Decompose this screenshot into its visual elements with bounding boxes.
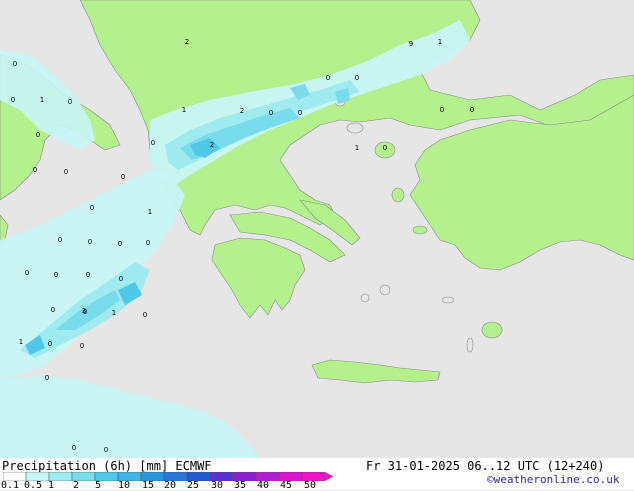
scale-tick-label: 1 xyxy=(47,480,55,491)
map-value-label: 0 xyxy=(121,173,125,181)
scale-tick-label: 5 xyxy=(94,480,102,491)
map-value-label: 0 xyxy=(383,144,387,152)
map-value-label: 0 xyxy=(269,109,273,117)
map-value-label: 0 xyxy=(80,342,84,350)
map-value-label: 1 xyxy=(19,338,23,346)
map-value-label: 0 xyxy=(68,98,72,106)
map-value-label: 0 xyxy=(470,106,474,114)
map-value-label: 0 xyxy=(86,271,90,279)
map-value-label: 0 xyxy=(143,311,147,319)
map-value-label: 2 xyxy=(185,38,189,46)
map-value-label: 1 xyxy=(438,38,442,46)
map-value-label: 1 xyxy=(182,106,186,114)
map-value-label: 0 xyxy=(118,240,122,248)
map-value-label: 0 xyxy=(54,271,58,279)
island-chios xyxy=(391,187,405,203)
island-kos xyxy=(441,296,455,304)
scale-tick-label: 10 xyxy=(117,480,131,491)
map-value-label: 0 xyxy=(88,238,92,246)
map-value-label: 0 xyxy=(298,109,302,117)
scale-arrow xyxy=(325,472,333,481)
scale-tick-label: 35 xyxy=(233,480,247,491)
scale-tick-label: 20 xyxy=(163,480,177,491)
map-value-label: 1 xyxy=(112,309,116,317)
scale-tick-label: 45 xyxy=(279,480,293,491)
map-value-label: 0 xyxy=(151,139,155,147)
map-value-label: 0 xyxy=(440,106,444,114)
map-value-label: 0 xyxy=(25,269,29,277)
map-value-label: 0 xyxy=(11,96,15,104)
map-title: Precipitation (6h) [mm] ECMWF xyxy=(2,459,212,473)
map-value-label: 0 xyxy=(13,60,17,68)
map-value-label: 0 xyxy=(45,374,49,382)
map-value-label: 0 xyxy=(90,204,94,212)
credit-link[interactable]: ©weatheronline.co.uk xyxy=(487,473,619,487)
map-value-label: 0 xyxy=(36,131,40,139)
scale-tick-label: 0.5 xyxy=(23,480,43,491)
scale-tick-label: 15 xyxy=(141,480,155,491)
scale-tick-label: 40 xyxy=(256,480,270,491)
map-value-label: 0 xyxy=(64,168,68,176)
map-value-label: 0 xyxy=(33,166,37,174)
scale-tick-label: 50 xyxy=(303,480,317,491)
scale-tick-label: 25 xyxy=(186,480,200,491)
map-value-label: 0 xyxy=(51,306,55,314)
map-value-label: 0 xyxy=(104,446,108,454)
map-value-label: 0 xyxy=(58,236,62,244)
map-value-label: 2 xyxy=(210,141,214,149)
map-value-label: 1 xyxy=(355,144,359,152)
map-value-label: 0 xyxy=(72,444,76,452)
map-value-label: 0 xyxy=(119,275,123,283)
map-value-label: 9 xyxy=(409,40,413,48)
island-samos xyxy=(412,225,428,235)
map-value-label: 0 xyxy=(48,340,52,348)
island-lemnos xyxy=(346,122,364,134)
map-value-label: 2 xyxy=(240,107,244,115)
island-paros xyxy=(360,293,370,303)
map-value-label: 3 xyxy=(82,307,86,315)
map-value-label: 1 xyxy=(148,208,152,216)
island-rhodes xyxy=(481,321,503,339)
scale-tick-label: 30 xyxy=(210,480,224,491)
scale-tick-label: 0.1 xyxy=(0,480,20,491)
island-karpathos xyxy=(466,337,474,353)
map-value-label: 0 xyxy=(326,74,330,82)
island-naxos xyxy=(379,284,391,296)
map-value-label: 0 xyxy=(146,239,150,247)
precipitation-map: 2 9 1 0 0 0 0 1 0 1 2 0 0 0 0 2 0 1 0 0 0 0 0 0 0 0 1 0 0 0 0 0 0 0 0 3 1 0 1 0… xyxy=(0,0,634,458)
map-value-label: 0 xyxy=(355,74,359,82)
map-value-label: 1 xyxy=(40,96,44,104)
forecast-datetime: Fr 31-01-2025 06..12 UTC (12+240) xyxy=(366,459,605,473)
scale-tick-label: 2 xyxy=(72,480,80,491)
